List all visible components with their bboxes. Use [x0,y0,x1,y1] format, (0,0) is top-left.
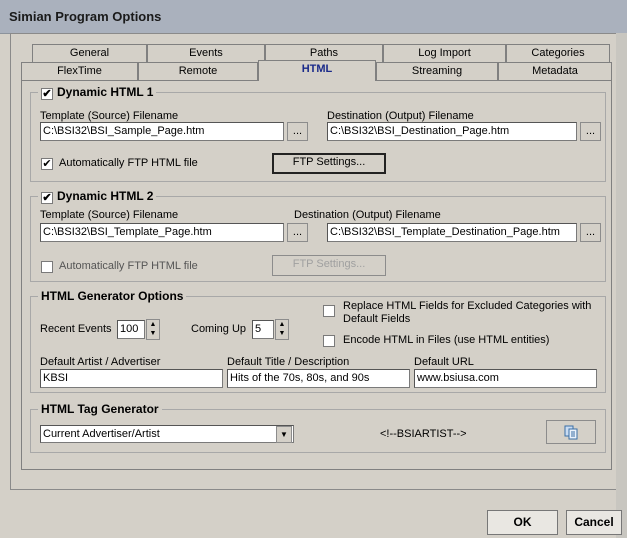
url-input[interactable]: www.bsiusa.com [414,369,597,388]
tag-generator-title: HTML Tag Generator [38,402,162,416]
template-label-2: Template (Source) Filename [40,209,179,221]
template-browse-button-2[interactable]: ... [287,223,308,242]
coming-up-label: Coming Up [191,323,247,335]
tab-html[interactable]: HTML [258,60,376,81]
spin-down-icon[interactable]: ▼ [147,329,159,338]
replace-fields-label-2: Default Fields [343,313,411,325]
ftp-label-1: Automatically FTP HTML file [59,157,198,169]
generator-options-title: HTML Generator Options [38,289,187,303]
encode-html-checkbox[interactable] [323,335,335,347]
artist-input[interactable]: KBSI [40,369,223,388]
replace-fields-checkbox[interactable] [323,305,335,317]
dest-browse-button-2[interactable]: ... [580,223,601,242]
chevron-down-icon[interactable]: ▼ [276,426,292,443]
options-window: Simian Program Options General Events Pa… [0,0,627,538]
dest-label-2: Destination (Output) Filename [294,209,441,221]
tab-flextime[interactable]: FlexTime [21,62,138,80]
copy-tag-button[interactable] [546,420,596,444]
dynamic-html-2-title: Dynamic HTML 2 [57,189,154,203]
tab-general[interactable]: General [32,44,147,62]
encode-html-label: Encode HTML in Files (use HTML entities) [343,334,550,346]
template-label-1: Template (Source) Filename [40,110,179,122]
recent-events-input[interactable]: 100 [117,320,145,339]
dynamic-html-1-checkbox[interactable]: ✔ [41,88,53,100]
ok-button[interactable]: OK [487,510,558,535]
clipboard-copy-icon [564,425,578,440]
ftp-label-2: Automatically FTP HTML file [59,260,198,272]
cancel-button[interactable]: Cancel [566,510,622,535]
title-input[interactable]: Hits of the 70s, 80s, and 90s [227,369,410,388]
dynamic-html-1-title: Dynamic HTML 1 [57,85,154,99]
title-label: Default Title / Description [227,356,350,368]
recent-events-label: Recent Events [40,323,112,335]
ftp-settings-button-1[interactable]: FTP Settings... [272,153,386,174]
ftp-checkbox-1[interactable]: ✔ [41,158,53,170]
tab-categories[interactable]: Categories [506,44,610,62]
coming-up-input[interactable]: 5 [252,320,274,339]
dest-label-1: Destination (Output) Filename [327,110,474,122]
replace-fields-label: Replace HTML Fields for Excluded Categor… [343,300,592,312]
template-input-2[interactable]: C:\BSI32\BSI_Template_Page.htm [40,223,284,242]
dynamic-html-2-checkbox[interactable]: ✔ [41,192,53,204]
template-input-1[interactable]: C:\BSI32\BSI_Sample_Page.htm [40,122,284,141]
spin-up-icon[interactable]: ▲ [147,320,159,329]
tab-streaming[interactable]: Streaming [376,62,498,80]
ftp-checkbox-2[interactable] [41,261,53,273]
window-edge [616,33,627,538]
tag-select-value: Current Advertiser/Artist [43,428,160,440]
dynamic-html-1-legend: ✔ Dynamic HTML 1 [38,85,157,100]
tab-events[interactable]: Events [147,44,265,62]
ftp-settings-button-2[interactable]: FTP Settings... [272,255,386,276]
tag-output-text: <!--BSIARTIST--> [380,428,467,440]
dynamic-html-2-legend: ✔ Dynamic HTML 2 [38,189,157,204]
dest-input-2[interactable]: C:\BSI32\BSI_Template_Destination_Page.h… [327,223,577,242]
dest-browse-button-1[interactable]: ... [580,122,601,141]
title-bar: Simian Program Options [0,0,627,34]
coming-up-spinner[interactable]: ▲ ▼ [275,319,289,340]
tab-log-import[interactable]: Log Import [383,44,506,62]
url-label: Default URL [414,356,474,368]
artist-label: Default Artist / Advertiser [40,356,161,368]
dest-input-1[interactable]: C:\BSI32\BSI_Destination_Page.htm [327,122,577,141]
recent-events-spinner[interactable]: ▲ ▼ [146,319,160,340]
tab-metadata[interactable]: Metadata [498,62,612,80]
window-title: Simian Program Options [9,9,162,24]
tag-select[interactable]: Current Advertiser/Artist [40,425,294,443]
spin-up-icon[interactable]: ▲ [276,320,288,329]
tab-remote[interactable]: Remote [138,62,258,80]
template-browse-button-1[interactable]: ... [287,122,308,141]
spin-down-icon[interactable]: ▼ [276,329,288,338]
